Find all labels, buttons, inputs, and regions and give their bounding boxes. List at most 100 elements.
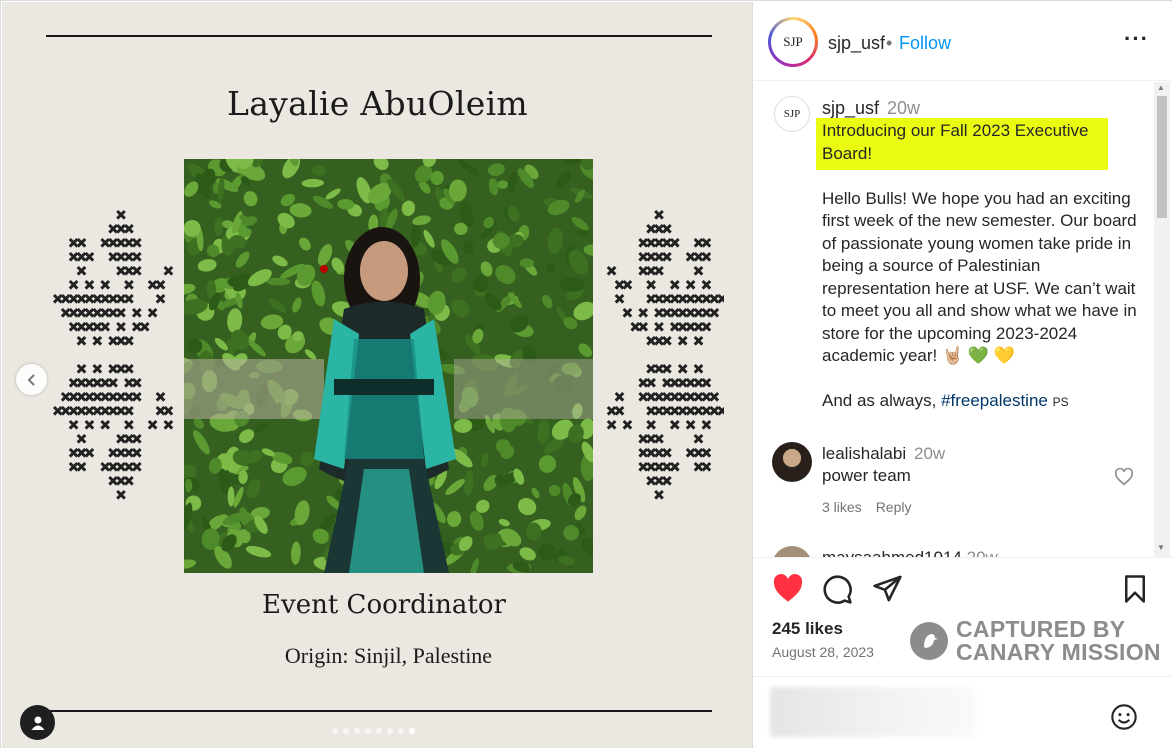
carousel-dot[interactable] bbox=[332, 728, 338, 734]
cross-stitch bbox=[701, 293, 712, 304]
carousel-dot[interactable] bbox=[376, 728, 382, 734]
emoji-smiley-icon[interactable] bbox=[1110, 703, 1138, 731]
cross-stitch bbox=[76, 293, 87, 304]
previous-slide-button[interactable] bbox=[16, 364, 47, 395]
carousel-dot[interactable] bbox=[343, 728, 349, 734]
cross-stitch bbox=[701, 461, 712, 472]
cross-stitch bbox=[76, 363, 87, 374]
comment-likes[interactable]: 3 likes bbox=[822, 499, 862, 515]
commenter-avatar[interactable] bbox=[772, 546, 812, 557]
cross-stitch bbox=[638, 433, 649, 444]
comment-username[interactable]: lealishalabi bbox=[822, 444, 906, 464]
cross-stitch bbox=[124, 433, 134, 444]
commenter-avatar[interactable] bbox=[772, 442, 812, 482]
cross-stitch bbox=[662, 405, 672, 416]
bottom-divider-line bbox=[46, 710, 712, 712]
comment-reply-button[interactable]: Reply bbox=[876, 499, 912, 515]
tatreez-embroidery-right bbox=[606, 209, 724, 500]
cross-stitch bbox=[654, 489, 664, 500]
cross-stitch bbox=[116, 363, 126, 374]
share-paper-plane-icon[interactable] bbox=[872, 574, 903, 603]
cross-stitch bbox=[84, 447, 95, 458]
carousel-dot[interactable] bbox=[354, 728, 360, 734]
cross-stitch bbox=[68, 321, 79, 332]
cross-stitch bbox=[60, 307, 71, 318]
cross-stitch bbox=[131, 265, 142, 276]
cross-stitch bbox=[622, 279, 633, 290]
cross-stitch bbox=[638, 377, 649, 388]
canary-bird-icon bbox=[910, 622, 948, 660]
post-actions: 245 likes August 28, 2023 CAPTURED BY CA… bbox=[754, 557, 1172, 676]
post-image: Layalie AbuOleim Event Coordinator Origi… bbox=[2, 2, 753, 748]
cross-stitch bbox=[606, 419, 617, 430]
carousel-dot[interactable] bbox=[387, 728, 393, 734]
header-username[interactable]: sjp_usf bbox=[828, 33, 885, 54]
cross-stitch bbox=[100, 391, 111, 402]
cross-stitch bbox=[669, 405, 680, 416]
cross-stitch bbox=[108, 307, 118, 318]
cross-stitch bbox=[163, 265, 174, 276]
save-bookmark-icon[interactable] bbox=[1122, 574, 1148, 604]
cross-stitch bbox=[693, 405, 704, 416]
cross-stitch bbox=[677, 307, 688, 318]
cross-stitch bbox=[638, 237, 649, 248]
carousel-dot[interactable] bbox=[365, 728, 371, 734]
caption-username[interactable]: sjp_usf bbox=[822, 98, 879, 119]
cross-stitch bbox=[685, 405, 696, 416]
carousel-dots bbox=[332, 728, 415, 734]
scroll-down-arrow[interactable]: ▼ bbox=[1157, 543, 1165, 552]
cross-stitch bbox=[108, 475, 118, 486]
heart-outline-icon[interactable] bbox=[1114, 468, 1134, 486]
caption-avatar[interactable]: SJP bbox=[774, 96, 810, 132]
comment-input[interactable] bbox=[770, 687, 976, 737]
instagram-post-window: Layalie AbuOleim Event Coordinator Origi… bbox=[0, 0, 1172, 748]
scrollbar-thumb[interactable] bbox=[1157, 96, 1167, 218]
cross-stitch bbox=[677, 405, 688, 416]
cross-stitch bbox=[100, 377, 111, 388]
cross-stitch bbox=[68, 405, 79, 416]
carousel-dot[interactable] bbox=[409, 728, 415, 734]
tagged-users-button[interactable] bbox=[20, 705, 55, 740]
cross-stitch bbox=[131, 377, 142, 388]
cross-stitch bbox=[147, 307, 158, 318]
hashtag-link[interactable]: #freepalestine bbox=[941, 391, 1048, 410]
cross-stitch bbox=[155, 391, 166, 402]
cross-stitch bbox=[116, 307, 126, 318]
cross-stitch bbox=[147, 279, 158, 290]
carousel-dot[interactable] bbox=[398, 728, 404, 734]
caption-closing: And as always, bbox=[822, 391, 942, 410]
cross-stitch bbox=[717, 293, 724, 304]
cross-stitch bbox=[124, 223, 134, 234]
watermark-line2: CANARY MISSION bbox=[956, 639, 1161, 665]
cross-stitch bbox=[76, 307, 87, 318]
more-options-icon[interactable]: ··· bbox=[1124, 26, 1149, 52]
cross-stitch bbox=[100, 405, 111, 416]
comment-bubble-icon[interactable] bbox=[822, 574, 853, 605]
cross-stitch bbox=[76, 377, 87, 388]
cross-stitch bbox=[669, 461, 680, 472]
cross-stitch bbox=[92, 377, 103, 388]
cross-stitch bbox=[100, 237, 111, 248]
follow-button[interactable]: Follow bbox=[899, 33, 951, 54]
top-divider-line bbox=[46, 35, 712, 37]
cross-stitch bbox=[677, 335, 688, 346]
cross-stitch bbox=[669, 293, 680, 304]
cross-stitch bbox=[638, 447, 649, 458]
comments-section[interactable]: SJP sjp_usf 20w Introducing our Fall 202… bbox=[754, 82, 1172, 557]
add-comment-bar bbox=[754, 676, 1172, 748]
post-header: SJP sjp_usf • Follow ··· bbox=[754, 2, 1172, 81]
scroll-up-arrow[interactable]: ▲ bbox=[1157, 83, 1165, 92]
cross-stitch bbox=[693, 461, 704, 472]
cross-stitch bbox=[646, 419, 656, 430]
cross-stitch bbox=[100, 293, 111, 304]
cross-stitch bbox=[677, 293, 688, 304]
story-ring-avatar[interactable]: SJP bbox=[768, 17, 818, 67]
cross-stitch bbox=[669, 419, 680, 430]
cross-stitch bbox=[124, 461, 134, 472]
like-heart-icon[interactable] bbox=[772, 574, 804, 603]
cross-stitch bbox=[163, 405, 174, 416]
like-count[interactable]: 245 likes bbox=[772, 619, 843, 639]
comment-username[interactable]: maysaahmed1014 20w bbox=[822, 548, 998, 557]
cross-stitch bbox=[646, 433, 656, 444]
cross-stitch bbox=[92, 405, 103, 416]
